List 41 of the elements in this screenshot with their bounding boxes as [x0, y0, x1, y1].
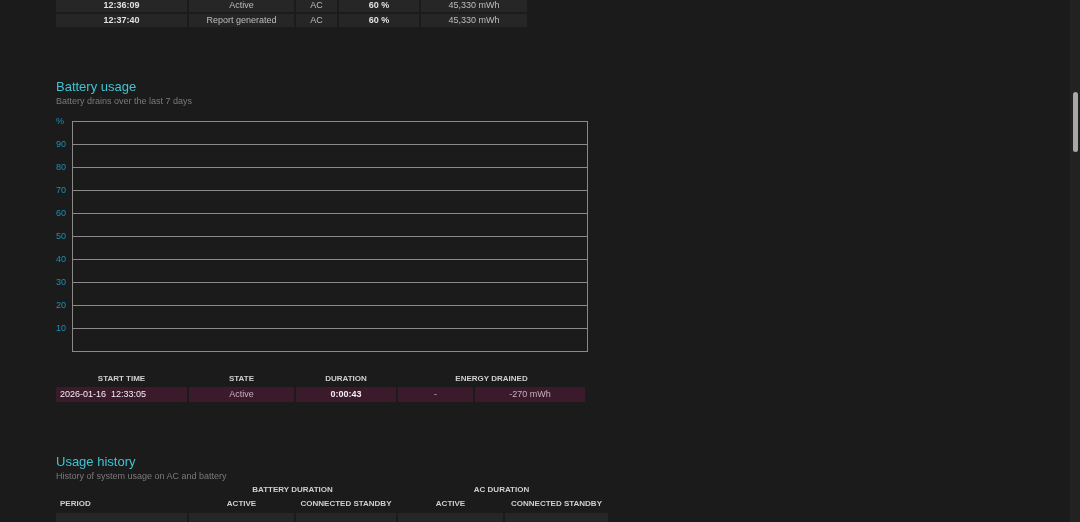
column-header: DURATION: [324, 373, 368, 385]
table-cell: 60 %: [339, 14, 419, 27]
axis-tick-label: 50: [56, 232, 66, 241]
column-header: CONNECTED STANDBY: [510, 498, 603, 510]
axis-tick-label: 70: [56, 186, 66, 195]
section-title: Usage history: [56, 454, 137, 470]
column-header: CONNECTED STANDBY: [299, 498, 393, 510]
table-cell: Active: [189, 0, 294, 12]
axis-tick-label: 10: [56, 324, 66, 333]
table-cell: 0:00:43: [296, 387, 396, 402]
table-cell: 12:36:09: [56, 0, 187, 12]
column-header: STATE: [227, 373, 255, 385]
axis-tick-label: 40: [56, 255, 66, 264]
table-cell: -270 mWh: [475, 387, 585, 402]
table-cell: Report generated: [189, 14, 294, 27]
table-cell: 45,330 mWh: [421, 0, 527, 12]
section-subtitle: Battery drains over the last 7 days: [56, 95, 194, 107]
column-group-header: BATTERY DURATION: [251, 484, 334, 496]
table-cell: AC: [296, 14, 337, 27]
table-cell: -: [398, 387, 473, 402]
axis-tick-label: 60: [56, 209, 66, 218]
axis-tick-label: 90: [56, 140, 66, 149]
table-cell: Active: [189, 387, 294, 402]
section-subtitle: History of system usage on AC and battery: [56, 470, 228, 482]
column-header: ACTIVE: [434, 498, 467, 510]
column-header: ACTIVE: [225, 498, 258, 510]
column-header: PERIOD: [59, 498, 92, 510]
section-title: Battery usage: [56, 79, 138, 95]
column-header: START TIME: [96, 373, 147, 385]
table-cell: 60 %: [339, 0, 419, 12]
axis-tick-label: 30: [56, 278, 66, 287]
scrollbar-thumb[interactable]: [1072, 92, 1078, 152]
table-cell: AC: [296, 0, 337, 12]
table-cell: 45,330 mWh: [421, 14, 527, 27]
table-cell: 12:37:40: [56, 14, 187, 27]
table-cell: 2026-01-16 12:33:05: [56, 387, 187, 402]
column-group-header: AC DURATION: [472, 484, 531, 496]
column-header: ENERGY DRAINED: [454, 373, 529, 385]
axis-tick-label: 80: [56, 163, 66, 172]
axis-unit-label: %: [56, 117, 65, 126]
axis-tick-label: 20: [56, 301, 66, 310]
